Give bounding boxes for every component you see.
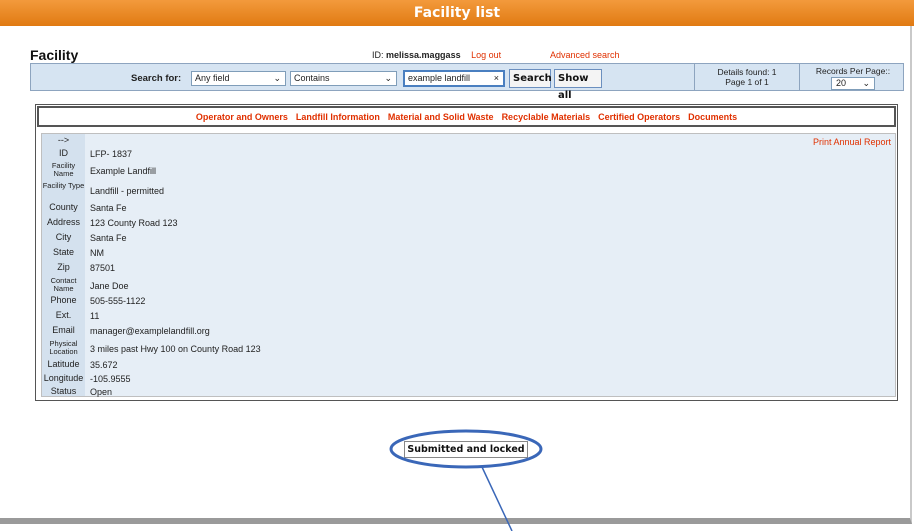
annotation-pointer-line <box>481 466 513 531</box>
annotation-overlay <box>389 429 543 531</box>
annotation-ellipse <box>389 429 543 469</box>
